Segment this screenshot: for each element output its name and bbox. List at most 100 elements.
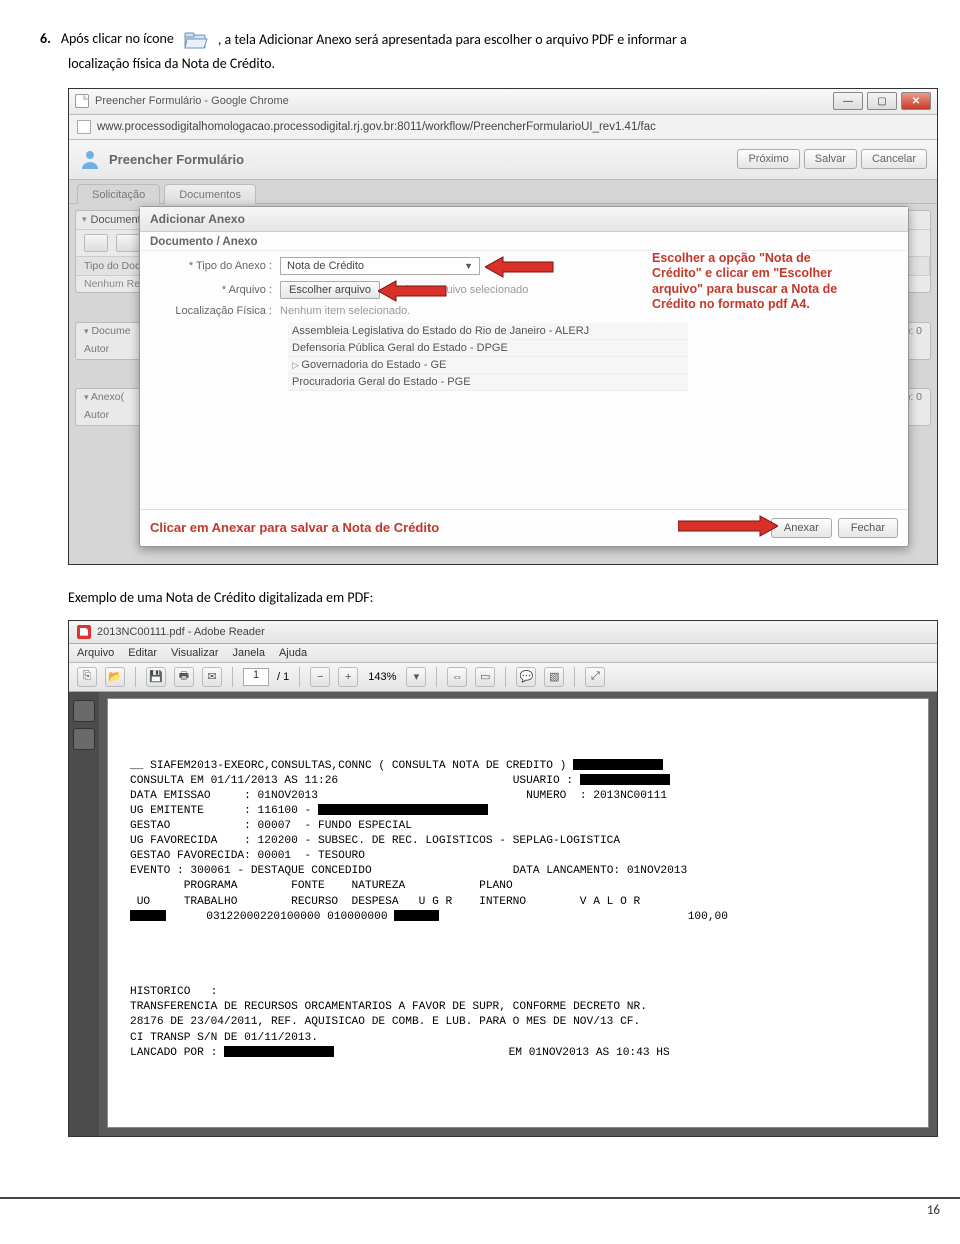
url-text[interactable]: www.processodigitalhomologacao.processod… xyxy=(97,121,656,133)
zoom-dropdown-icon[interactable]: ▾ xyxy=(406,667,426,687)
panel-anexo-title: Anexo( xyxy=(91,391,124,403)
tree-item[interactable]: Governadoria do Estado - GE xyxy=(288,357,688,374)
separator xyxy=(436,667,437,687)
choose-file-button[interactable]: Escolher arquivo xyxy=(280,281,380,299)
line: 03122000220100000 010000000 xyxy=(166,911,388,923)
thumbnails-icon[interactable] xyxy=(73,700,95,722)
adobe-window-title: 2013NC00111.pdf - Adobe Reader xyxy=(97,626,265,638)
window-maximize-button[interactable]: ▢ xyxy=(867,92,897,110)
separator xyxy=(299,667,300,687)
line: HISTORICO : xyxy=(130,986,217,998)
line: UG FAVORECIDA : 120200 - SUBSEC. DE REC.… xyxy=(130,835,620,847)
export-pdf-icon[interactable]: ⎘ xyxy=(77,667,97,687)
form-header-title: Preencher Formulário xyxy=(109,152,244,167)
line: DATA LANCAMENTO: 01NOV2013 xyxy=(513,865,688,877)
line: USUARIO : xyxy=(513,775,573,787)
menu-editar[interactable]: Editar xyxy=(128,647,157,659)
redacted-block xyxy=(130,910,166,921)
footer-callout: Clicar em Anexar para salvar a Nota de C… xyxy=(150,520,439,535)
cancel-button[interactable]: Cancelar xyxy=(861,149,927,169)
fit-page-icon[interactable]: ▭ xyxy=(475,667,495,687)
label-arquivo: * Arquivo : xyxy=(150,284,280,296)
line: 28176 DE 23/04/2011, REF. AQUISICAO DE C… xyxy=(130,1016,640,1028)
redacted-block xyxy=(580,774,670,785)
line: GESTAO FAVORECIDA: 00001 - TESOURO xyxy=(130,850,365,862)
adobe-toolbar: ⎘ 📂 💾 🖶 ✉ 1 / 1 − + 143% ▾ ⇔ ▭ 💬 ▧ ⤢ xyxy=(69,663,937,692)
separator xyxy=(232,667,233,687)
fit-width-icon[interactable]: ⇔ xyxy=(447,667,467,687)
save-button[interactable]: Salvar xyxy=(804,149,857,169)
label-autor-1: Autor xyxy=(84,343,109,355)
user-icon xyxy=(79,148,101,170)
screenshot-chrome-window: Preencher Formulário - Google Chrome — ▢… xyxy=(68,88,938,565)
tool-folder-icon[interactable] xyxy=(116,234,140,252)
next-button[interactable]: Próximo xyxy=(737,149,799,169)
label-autor-2: Autor xyxy=(84,409,109,421)
attachments-icon[interactable] xyxy=(73,728,95,750)
page-current-input[interactable]: 1 xyxy=(243,668,269,686)
line: EVENTO : 300061 - DESTAQUE CONCEDIDO xyxy=(130,865,372,877)
address-bar: www.processodigitalhomologacao.processod… xyxy=(69,115,937,140)
tree-item[interactable]: Defensoria Pública Geral do Estado - DPG… xyxy=(288,340,688,357)
page-file-icon xyxy=(75,94,89,108)
page-footer: 16 xyxy=(0,1197,960,1228)
chevron-down-icon[interactable]: ▾ xyxy=(82,214,87,225)
line: DATA EMISSAO : 01NOV2013 xyxy=(130,790,318,802)
anexar-button[interactable]: Anexar xyxy=(771,518,832,538)
chevron-down-icon: ▼ xyxy=(464,261,473,271)
tree-item[interactable]: Assembleia Legislativa do Estado do Rio … xyxy=(288,323,688,340)
form-tabs: Solicitação Documentos xyxy=(69,180,937,204)
zoom-value: 143% xyxy=(368,671,396,683)
open-icon[interactable]: 📂 xyxy=(105,667,125,687)
line: GESTAO : 00007 - FUNDO ESPECIAL xyxy=(130,820,412,832)
tab-documentos[interactable]: Documentos xyxy=(164,184,256,204)
menu-visualizar[interactable]: Visualizar xyxy=(171,647,219,659)
line: NUMERO : 2013NC00111 xyxy=(526,790,667,802)
tool-scanner-icon[interactable] xyxy=(84,234,108,252)
line: LANCADO POR : xyxy=(130,1047,217,1059)
window-title: Preencher Formulário - Google Chrome xyxy=(95,95,289,107)
zoom-in-icon[interactable]: + xyxy=(338,667,358,687)
pdf-document: __ SIAFEM2013-EXEORC,CONSULTAS,CONNC ( C… xyxy=(107,698,929,1128)
save-icon[interactable]: 💾 xyxy=(146,667,166,687)
separator xyxy=(505,667,506,687)
select-tipo-anexo[interactable]: Nota de Crédito ▼ xyxy=(280,257,480,275)
line: UG EMITENTE : 116100 - xyxy=(130,805,311,817)
print-icon[interactable]: 🖶 xyxy=(174,667,194,687)
read-mode-icon[interactable]: ⤢ xyxy=(585,667,605,687)
window-close-button[interactable]: ✕ xyxy=(901,92,931,110)
highlight-icon[interactable]: ▧ xyxy=(544,667,564,687)
arrow-left-icon xyxy=(378,279,448,303)
window-minimize-button[interactable]: — xyxy=(833,92,863,110)
menu-arquivo[interactable]: Arquivo xyxy=(77,647,114,659)
menu-ajuda[interactable]: Ajuda xyxy=(279,647,307,659)
panel-docume-title: Docume xyxy=(91,325,130,337)
adobe-menubar: Arquivo Editar Visualizar Janela Ajuda xyxy=(69,644,937,663)
step-text-before: Após clicar no ícone xyxy=(61,30,174,47)
open-folder-icon xyxy=(184,30,208,50)
form-header: Preencher Formulário Próximo Salvar Canc… xyxy=(69,140,937,180)
adobe-sidebar xyxy=(69,692,99,1136)
fechar-button[interactable]: Fechar xyxy=(838,518,898,538)
redacted-block xyxy=(224,1046,334,1057)
modal-footer: Clicar em Anexar para salvar a Nota de C… xyxy=(140,509,908,546)
arrow-left-icon xyxy=(485,255,555,279)
modal-subtitle: Documento / Anexo xyxy=(140,232,908,251)
document-icon xyxy=(77,120,91,134)
page-total: / 1 xyxy=(277,671,289,683)
step-6-heading: 6. Após clicar no ícone , a tela Adicion… xyxy=(40,30,940,50)
separator xyxy=(574,667,575,687)
line: 100,00 xyxy=(688,911,728,923)
mail-icon[interactable]: ✉ xyxy=(202,667,222,687)
zoom-out-icon[interactable]: − xyxy=(310,667,330,687)
adobe-titlebar: 2013NC00111.pdf - Adobe Reader xyxy=(69,621,937,644)
location-tree: Assembleia Legislativa do Estado do Rio … xyxy=(288,323,688,391)
page-number: 16 xyxy=(927,1203,940,1218)
menu-janela[interactable]: Janela xyxy=(233,647,265,659)
tree-item[interactable]: Procuradoria Geral do Estado - PGE xyxy=(288,374,688,391)
step-text-line2: localização física da Nota de Crédito. xyxy=(68,54,940,74)
line: EM 01NOV2013 AS 10:43 HS xyxy=(509,1047,670,1059)
tab-solicitacao[interactable]: Solicitação xyxy=(77,184,160,204)
comment-icon[interactable]: 💬 xyxy=(516,667,536,687)
example-caption: Exemplo de uma Nota de Crédito digitaliz… xyxy=(68,589,940,606)
